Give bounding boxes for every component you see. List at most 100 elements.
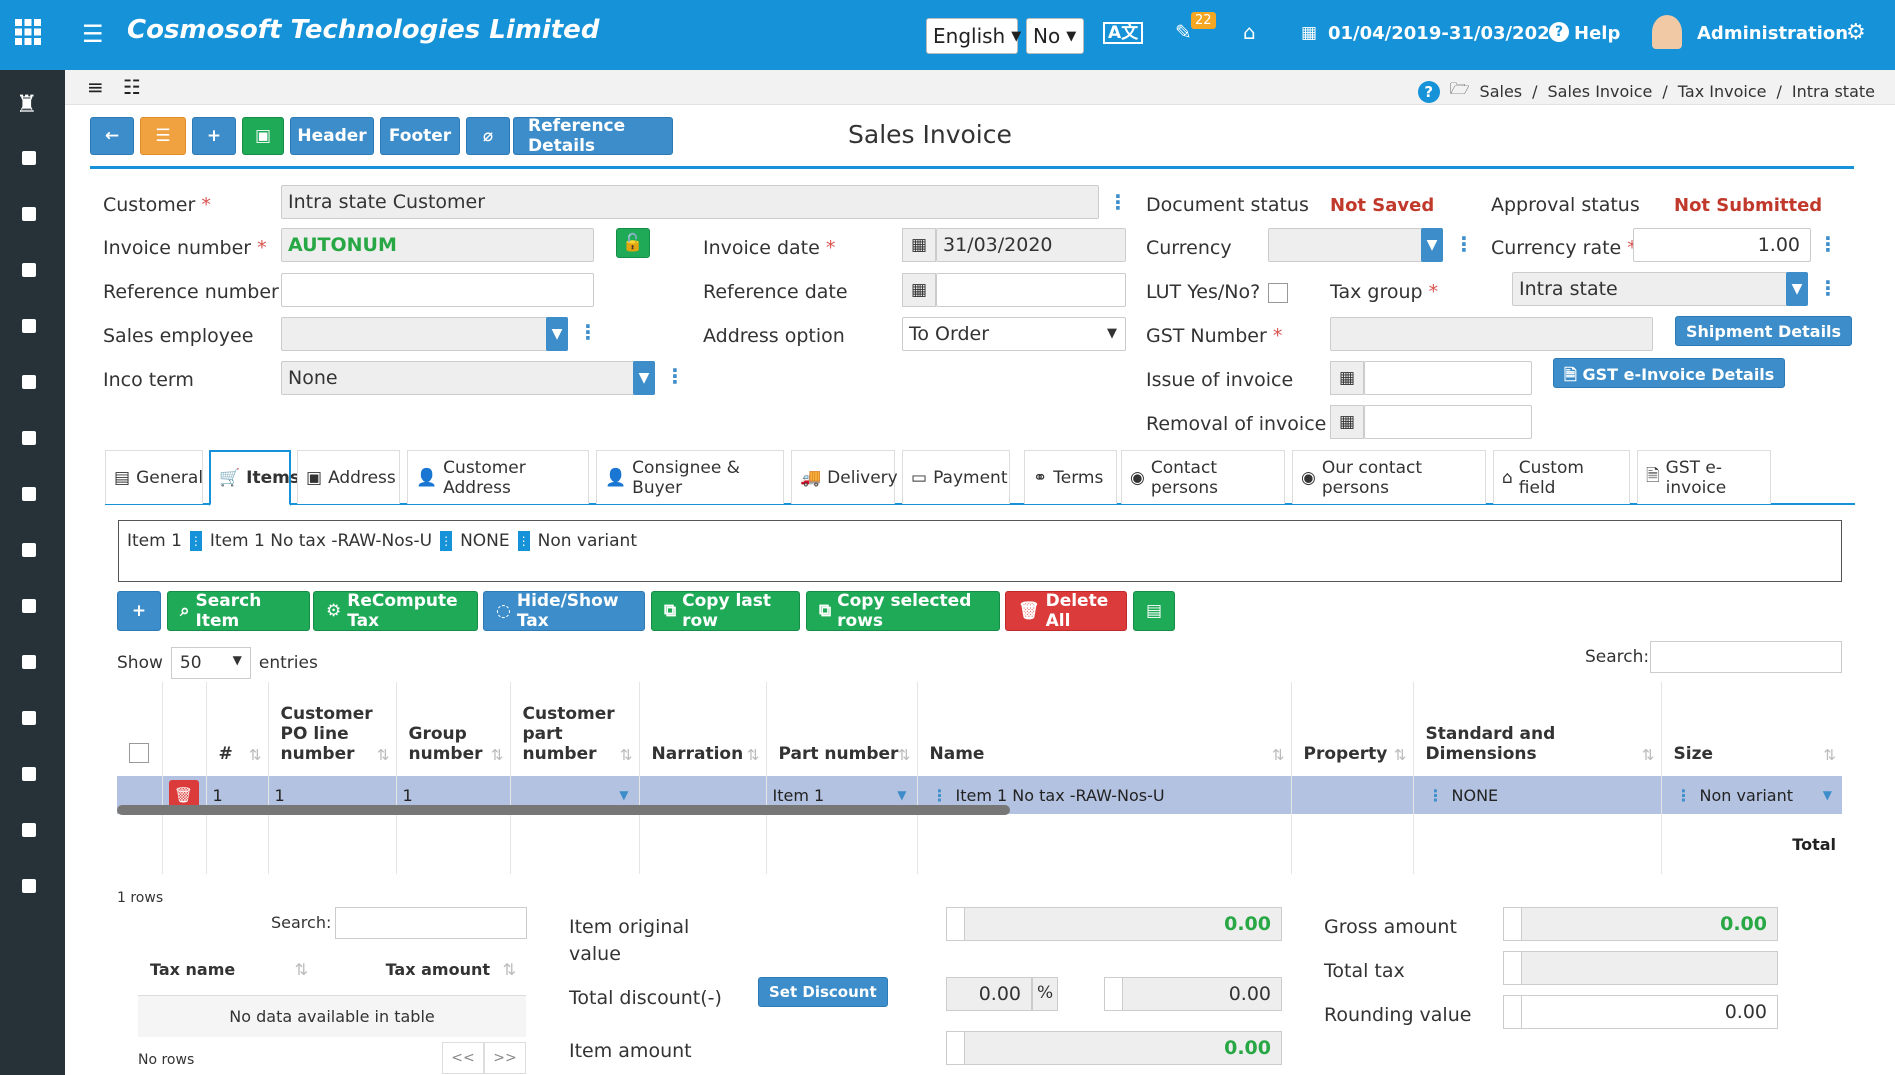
- tab-delivery[interactable]: 🚚 Delivery: [791, 450, 898, 504]
- invoice-date-input[interactable]: 31/03/2020: [936, 228, 1126, 262]
- financial-period[interactable]: 01/04/2019-31/03/2020: [1328, 23, 1562, 44]
- footer-button[interactable]: Footer: [380, 117, 460, 155]
- col-tax-amount[interactable]: Tax amount ⇅: [320, 945, 526, 996]
- gst-einvoice-details-button[interactable]: 🗎 GST e-Invoice Details: [1553, 358, 1786, 388]
- sidebar-item-6[interactable]: [22, 431, 36, 445]
- sidebar-item-14[interactable]: [22, 879, 36, 893]
- customer-input[interactable]: Intra state Customer: [281, 185, 1099, 219]
- save-button[interactable]: ▣: [242, 117, 284, 155]
- unlock-button[interactable]: 🔓: [616, 228, 650, 258]
- issue-of-invoice-input[interactable]: [1364, 361, 1532, 395]
- sidebar-item-4[interactable]: [22, 319, 36, 333]
- sidebar-item-12[interactable]: [22, 767, 36, 781]
- rounding-value-input[interactable]: 0.00: [1503, 995, 1778, 1029]
- next-page-button[interactable]: >>: [484, 1042, 526, 1074]
- sidebar-item-3[interactable]: [22, 263, 36, 277]
- menu-toggle-icon[interactable]: ☰: [82, 20, 104, 48]
- chevron-down-icon[interactable]: ▼: [1786, 272, 1808, 306]
- cell-property[interactable]: [1291, 776, 1414, 814]
- col-name[interactable]: Name ⇅: [917, 682, 1292, 776]
- col-narration[interactable]: Narration ⇅: [639, 682, 767, 776]
- col-size[interactable]: Size ⇅: [1661, 682, 1842, 776]
- tax-search-input[interactable]: [335, 907, 527, 939]
- user-logo-icon[interactable]: ♜: [16, 90, 38, 118]
- sales-employee-select[interactable]: [281, 317, 568, 351]
- more-icon[interactable]: ⋮: [1676, 786, 1692, 805]
- prev-page-button[interactable]: <<: [442, 1042, 484, 1074]
- removal-of-invoice-input[interactable]: [1364, 405, 1532, 439]
- tab-terms[interactable]: ⚭ Terms: [1024, 450, 1117, 504]
- col-standard-dimensions[interactable]: Standard and Dimensions ⇅: [1413, 682, 1662, 776]
- edit-icon[interactable]: ✎: [1175, 20, 1192, 44]
- translate-icon[interactable]: A文: [1103, 22, 1144, 44]
- col-part-number[interactable]: Part number ⇅: [766, 682, 918, 776]
- header-button[interactable]: Header: [290, 117, 374, 155]
- chevron-down-icon[interactable]: ▼: [1421, 228, 1443, 262]
- sidebar-item-9[interactable]: [22, 599, 36, 613]
- back-button[interactable]: ←: [90, 117, 134, 155]
- lut-checkbox[interactable]: [1268, 283, 1288, 303]
- cell-size[interactable]: ⋮ Non variant ▼: [1661, 776, 1842, 814]
- help-circle-icon[interactable]: ?: [1417, 80, 1440, 103]
- help-link[interactable]: Help: [1574, 23, 1620, 44]
- discount-amount-input[interactable]: 0.00: [1104, 977, 1282, 1011]
- tab-address[interactable]: ▣ Address: [297, 450, 400, 504]
- excel-export-button[interactable]: ▤: [1133, 591, 1175, 631]
- hide-show-tax-button[interactable]: ◌ Hide/Show Tax: [483, 591, 645, 631]
- more-icon[interactable]: ⋮: [1428, 786, 1444, 805]
- col-property[interactable]: Property ⇅: [1291, 682, 1414, 776]
- tab-gst-einvoice[interactable]: 🗎 GST e-invoice: [1637, 450, 1771, 504]
- table-search-input[interactable]: [1650, 641, 1842, 673]
- list-view-button[interactable]: ☰: [140, 117, 186, 155]
- add-row-button[interactable]: +: [117, 591, 161, 631]
- calendar-icon[interactable]: ▦: [1330, 361, 1364, 395]
- tab-consignee-buyer[interactable]: 👤 Consignee & Buyer: [596, 450, 784, 504]
- copy-last-row-button[interactable]: ⧉ Copy last row: [651, 591, 800, 631]
- reference-number-input[interactable]: [281, 273, 594, 307]
- delete-all-button[interactable]: 🗑 Delete All: [1005, 591, 1127, 631]
- reference-details-button[interactable]: Reference Details: [513, 116, 673, 156]
- add-button[interactable]: +: [192, 117, 236, 155]
- calendar-icon[interactable]: ▦: [902, 273, 936, 307]
- discount-percent-input[interactable]: 0.00: [946, 977, 1032, 1011]
- sales-employee-more-icon[interactable]: ⋮: [578, 320, 598, 344]
- sidebar-item-8[interactable]: [22, 543, 36, 557]
- entries-select[interactable]: 50 ▼: [170, 647, 251, 679]
- currency-select[interactable]: [1268, 228, 1442, 262]
- sidebar-item-11[interactable]: [22, 711, 36, 725]
- attach-button[interactable]: ⌀: [466, 117, 510, 155]
- search-item-button[interactable]: ⌕ Search Item: [167, 591, 310, 631]
- col-customer-part[interactable]: Customer part number ⇅: [510, 682, 640, 776]
- inco-term-select[interactable]: None: [281, 361, 655, 395]
- breadcrumb-sales[interactable]: Sales: [1480, 82, 1523, 101]
- user-name[interactable]: Administration: [1697, 23, 1848, 44]
- chevron-down-icon[interactable]: ▼: [619, 788, 628, 802]
- no-select[interactable]: No ▼: [1026, 18, 1084, 54]
- col-group-number[interactable]: Group number ⇅: [396, 682, 511, 776]
- gst-number-input[interactable]: [1330, 317, 1653, 351]
- sidebar-item-1[interactable]: [22, 151, 36, 165]
- breadcrumb-tax-invoice[interactable]: Tax Invoice: [1678, 82, 1767, 101]
- sidebar-item-7[interactable]: [22, 487, 36, 501]
- chevron-down-icon[interactable]: ▼: [546, 317, 568, 351]
- col-tax-name[interactable]: Tax name ⇅: [138, 945, 320, 996]
- sidebar-item-5[interactable]: [22, 375, 36, 389]
- currency-rate-more-icon[interactable]: ⋮: [1818, 232, 1838, 256]
- sidebar-item-10[interactable]: [22, 655, 36, 669]
- chevron-down-icon[interactable]: ▼: [633, 361, 655, 395]
- chevron-down-icon[interactable]: ▼: [1823, 788, 1832, 802]
- tab-customer-address[interactable]: 👤 Customer Address: [407, 450, 589, 504]
- col-po-line[interactable]: Customer PO line number ⇅: [268, 682, 397, 776]
- user-avatar[interactable]: [1652, 15, 1682, 49]
- tab-items[interactable]: 🛒 Items: [209, 450, 300, 506]
- copy-selected-rows-button[interactable]: ⧉ Copy selected rows: [806, 591, 1000, 631]
- tab-our-contact-persons[interactable]: ◉ Our contact persons: [1292, 450, 1486, 504]
- list-icon[interactable]: ☷: [123, 75, 141, 99]
- sidebar-item-2[interactable]: [22, 207, 36, 221]
- tax-group-more-icon[interactable]: ⋮: [1818, 276, 1838, 300]
- address-option-select[interactable]: To Order ▼: [902, 317, 1126, 351]
- currency-more-icon[interactable]: ⋮: [1454, 232, 1474, 256]
- sidebar-item-13[interactable]: [22, 823, 36, 837]
- cell-std[interactable]: ⋮ NONE: [1413, 776, 1662, 814]
- recompute-tax-button[interactable]: ⚙ ReCompute Tax: [313, 591, 478, 631]
